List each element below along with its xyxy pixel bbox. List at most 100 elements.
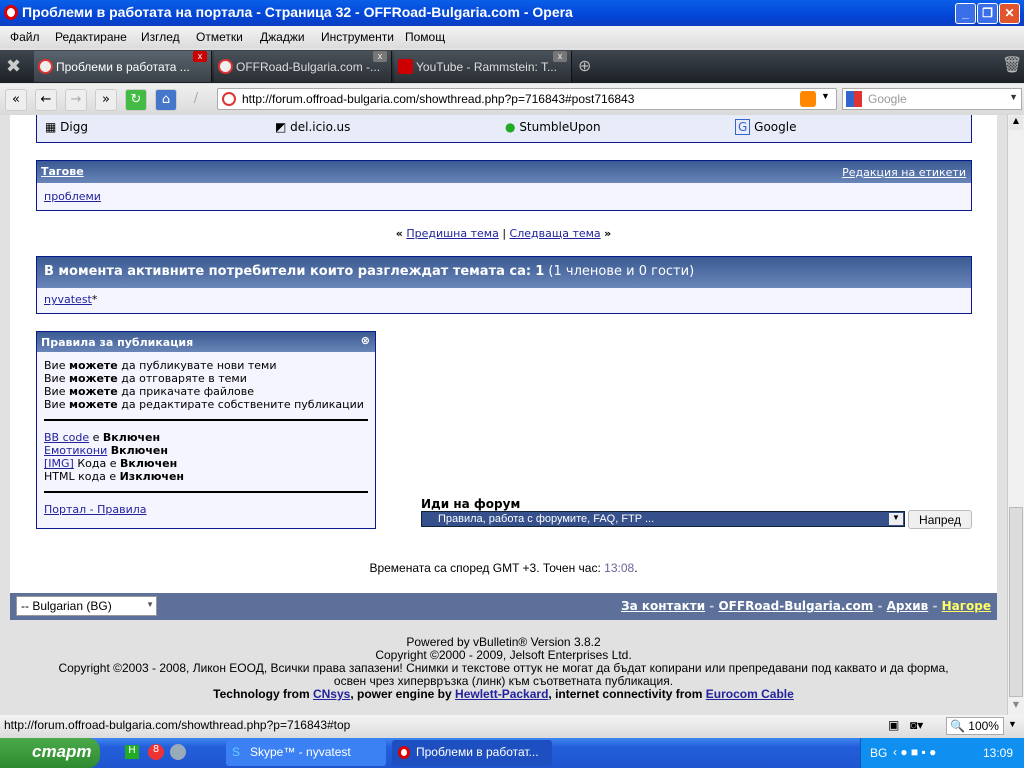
new-tab-icon[interactable]: ⊕ [578,56,591,75]
close-button[interactable]: ✕ [999,3,1020,24]
start-button[interactable]: старт [0,738,100,768]
task-opera[interactable]: Проблеми в работат... [392,740,552,766]
cnsys-link[interactable]: CNsys [313,687,350,701]
quicklaunch-icon[interactable]: 8 [148,744,164,760]
site-icon [218,59,233,74]
active-users-title: В момента активните потребители които ра… [44,264,532,279]
page-content: ▦ Digg ◩ del.icio.us ● StumbleUpon G Goo… [10,115,997,593]
address-url: http://forum.offroad-bulgaria.com/showth… [242,92,635,106]
stumbleupon-icon: ● [505,120,516,134]
perm-line: Вие можете да редактирате собствените пу… [44,398,364,411]
hp-link[interactable]: Hewlett-Packard [455,687,548,701]
contact-link[interactable]: За контакти [621,599,705,613]
search-input[interactable]: Google ▼ [842,88,1022,110]
menu-widgets[interactable]: Джаджи [260,30,305,44]
active-users-box: В момента активните потребители които ра… [36,256,972,314]
menu-view[interactable]: Изглед [141,30,180,44]
chevron-down-icon[interactable]: ▼ [821,91,830,101]
thread-navigation: « Предишна тема | Следваща тема » [395,227,612,240]
vertical-scrollbar[interactable]: ▲ ▼ [1007,115,1024,715]
forum-jump-select[interactable]: Правила, работа с форумите, FAQ, FTP ...… [421,511,905,527]
tag-link[interactable]: проблеми [44,190,101,203]
address-bar[interactable]: http://forum.offroad-bulgaria.com/showth… [217,88,837,110]
home-link[interactable]: OFFRoad-Bulgaria.com [718,599,873,613]
tab-youtube[interactable]: YouTube - Rammstein: T... x [394,51,572,82]
bookmark-google[interactable]: G Google [735,119,796,135]
go-button[interactable]: Напред [908,510,972,529]
tab-offroad[interactable]: OFFRoad-Bulgaria.com -... x [214,51,392,82]
edit-icon[interactable]: / [185,89,207,111]
tools-icon[interactable]: ✖ [6,56,21,77]
reload-icon[interactable]: ↻ [125,89,147,111]
perm-line: Вие можете да публикувате нови теми [44,359,277,372]
prev-thread-link[interactable]: Предишна тема [406,227,499,240]
menu-file[interactable]: Файл [10,30,40,44]
next-thread-link[interactable]: Следваща тема [510,227,601,240]
quicklaunch-icon[interactable]: H [125,745,139,759]
google-icon: G [735,119,751,135]
scroll-down-icon[interactable]: ▼ [1009,700,1023,714]
perm-line: Вие можете да прикачате файлове [44,385,255,398]
tab-label: OFFRoad-Bulgaria.com -... [236,60,381,74]
camera-icon[interactable]: ◙▾ [910,718,923,732]
google-icon [846,91,862,107]
top-link[interactable]: Нагоре [942,599,991,613]
close-tab-icon[interactable]: x [373,51,387,62]
rewind-icon[interactable]: « [5,89,27,111]
scroll-up-icon[interactable]: ▲ [1009,116,1023,130]
system-tray: BG ‹ ● ■ ▪ ● 13:09 [860,738,1024,768]
chevron-down-icon[interactable]: ▼ [1008,719,1017,729]
home-icon[interactable]: ⌂ [155,89,177,111]
tags-box: Тагове Редакция на етикети проблеми [36,160,972,211]
chevron-down-icon[interactable]: ▼ [1009,92,1018,102]
fast-forward-icon[interactable]: » [95,89,117,111]
task-skype[interactable]: S Skype™ - nyvatest [226,740,386,766]
bbcode-link[interactable]: BB code [44,431,89,444]
divider [44,419,368,421]
site-icon [222,92,236,106]
tags-title[interactable]: Тагове [41,165,84,178]
menu-tools[interactable]: Инструменти [321,30,394,44]
archive-link[interactable]: Архив [887,599,929,613]
menu-edit[interactable]: Редактиране [55,30,127,44]
taskbar: старт H 8 S Skype™ - nyvatest Проблеми в … [0,738,1024,768]
scroll-thumb[interactable] [1009,507,1023,697]
social-bookmarks: ▦ Digg ◩ del.icio.us ● StumbleUpon G Goo… [36,115,972,143]
bookmark-delicious[interactable]: ◩ del.icio.us [275,120,350,134]
forum-jump-label: Иди на форум [421,497,521,511]
close-tab-icon[interactable]: x [193,51,207,62]
forward-icon[interactable]: → [65,89,87,111]
smilies-link[interactable]: Емотикони [44,444,107,457]
footer-bar: -- Bulgarian (BG) ▼ За контакти - OFFRoad… [10,593,997,620]
menu-bookmarks[interactable]: Отметки [196,30,243,44]
user-link[interactable]: nyvatest [44,293,92,306]
quicklaunch-icon[interactable] [170,744,186,760]
perm-line: Вие можете да отговаряте в теми [44,372,247,385]
collapse-icon[interactable]: ⊗ [361,334,370,347]
speed-icon[interactable]: ▣ [888,718,899,732]
back-icon[interactable]: ← [35,89,57,111]
restore-button[interactable]: ❐ [977,3,998,24]
rules-title: Правила за публикация [41,336,194,349]
trash-icon[interactable]: 🗑 [1002,55,1022,74]
eurocom-link[interactable]: Eurocom Cable [706,687,794,701]
language-indicator[interactable]: BG [870,746,887,760]
bookmark-stumbleupon[interactable]: ● StumbleUpon [505,120,601,134]
site-icon [38,59,53,74]
language-select[interactable]: -- Bulgarian (BG) ▼ [16,596,157,616]
chevron-down-icon[interactable]: ▼ [889,513,903,525]
close-tab-icon[interactable]: x [553,51,567,62]
menu-help[interactable]: Помощ [405,30,445,44]
minimize-button[interactable]: _ [955,3,976,24]
rss-icon[interactable] [800,91,816,107]
youtube-icon [398,59,413,74]
opera-icon [4,5,18,20]
tray-icons[interactable]: ‹ ● ■ ▪ ● [893,745,936,759]
time-info: Времената са според GMT +3. Точен час: 1… [369,561,638,575]
rules-link[interactable]: Портал - Правила [44,503,147,516]
bookmark-digg[interactable]: ▦ Digg [45,120,88,134]
tab-forum[interactable]: Проблеми в работата ... x [34,51,212,82]
img-link[interactable]: [IMG] [44,457,74,470]
zoom-select[interactable]: 🔍 100% [946,717,1004,735]
edit-tags-link[interactable]: Редакция на етикети [842,166,966,179]
